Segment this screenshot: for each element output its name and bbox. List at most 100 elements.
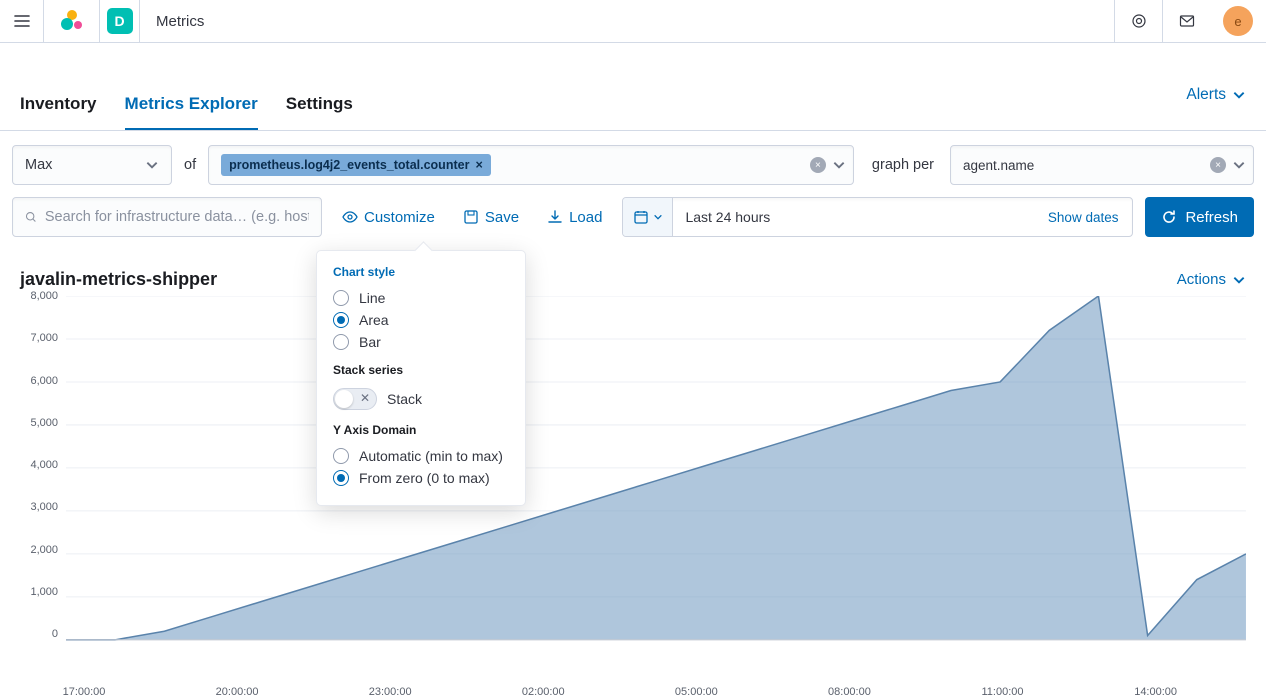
- chevron-down-icon: [1232, 273, 1246, 287]
- y-tick-label: 2,000: [30, 544, 58, 556]
- yaxis-domain-heading: Y Axis Domain: [333, 423, 509, 437]
- chevron-down-icon: [1232, 88, 1246, 102]
- mail-icon: [1179, 13, 1195, 29]
- load-label: Load: [569, 209, 602, 226]
- tab-inventory[interactable]: Inventory: [20, 94, 97, 130]
- aggregation-select[interactable]: Max: [12, 145, 172, 185]
- chart-title: javalin-metrics-shipper: [20, 269, 217, 290]
- refresh-button[interactable]: Refresh: [1145, 197, 1254, 237]
- x-tick-label: 20:00:00: [216, 686, 259, 698]
- yaxis-domain-option-label: Automatic (min to max): [359, 448, 503, 464]
- global-nav: D Metrics e: [0, 0, 1266, 43]
- stack-toggle[interactable]: ✕: [333, 388, 377, 410]
- metric-field[interactable]: prometheus.log4j2_events_total.counter ×…: [208, 145, 854, 185]
- chevron-down-icon[interactable]: [1232, 158, 1246, 172]
- alerts-dropdown[interactable]: Alerts: [1186, 86, 1246, 130]
- x-tick-label: 11:00:00: [982, 686, 1024, 698]
- search-placeholder: Search for infrastructure data… (e.g. ho…: [45, 209, 309, 225]
- y-tick-label: 4,000: [30, 459, 58, 471]
- mail-button[interactable]: [1162, 0, 1210, 42]
- hamburger-icon: [14, 13, 30, 29]
- stack-series-heading: Stack series: [333, 363, 509, 377]
- yaxis-domain-option-label: From zero (0 to max): [359, 470, 490, 486]
- chart-style-option[interactable]: Line: [333, 287, 509, 309]
- radio-icon: [333, 448, 349, 464]
- metric-tag[interactable]: prometheus.log4j2_events_total.counter ×: [221, 154, 491, 176]
- customize-button[interactable]: Customize: [334, 203, 443, 232]
- x-tick-label: 23:00:00: [369, 686, 412, 698]
- yaxis-domain-option[interactable]: From zero (0 to max): [333, 467, 509, 489]
- y-tick-label: 7,000: [30, 332, 58, 344]
- news-button[interactable]: [1114, 0, 1162, 42]
- clear-groupby-button[interactable]: ×: [1210, 157, 1226, 173]
- aggregation-value: Max: [25, 157, 52, 173]
- eye-icon: [342, 209, 358, 225]
- user-avatar[interactable]: e: [1210, 0, 1266, 42]
- chart-style-option[interactable]: Bar: [333, 331, 509, 353]
- x-tick-label: 14:00:00: [1134, 686, 1177, 698]
- show-dates-button[interactable]: Show dates: [1034, 198, 1133, 236]
- controls: Max of prometheus.log4j2_events_total.co…: [0, 131, 1266, 237]
- group-by-field[interactable]: agent.name ×: [950, 145, 1254, 185]
- calendar-icon: [633, 209, 649, 225]
- elastic-logo[interactable]: [44, 0, 100, 42]
- chart-style-option[interactable]: Area: [333, 309, 509, 331]
- chart-plot[interactable]: 01,0002,0003,0004,0005,0006,0007,0008,00…: [66, 296, 1246, 686]
- radio-icon: [333, 334, 349, 350]
- y-tick-label: 3,000: [30, 501, 58, 513]
- y-tick-label: 5,000: [30, 417, 58, 429]
- chart-style-option-label: Line: [359, 290, 385, 306]
- radio-icon: [333, 312, 349, 328]
- refresh-icon: [1161, 209, 1177, 225]
- chart-style-heading: Chart style: [333, 265, 509, 279]
- tab-settings[interactable]: Settings: [286, 94, 353, 130]
- chart-style-option-label: Bar: [359, 334, 381, 350]
- avatar-icon: e: [1223, 6, 1253, 36]
- download-icon: [547, 209, 563, 225]
- stack-toggle-row: ✕ Stack: [333, 385, 509, 413]
- clear-metric-button[interactable]: ×: [810, 157, 826, 173]
- page-tabs: Inventory Metrics Explorer Settings Aler…: [0, 43, 1266, 131]
- breadcrumb: Metrics: [140, 0, 1114, 42]
- chevron-down-icon[interactable]: [832, 158, 846, 172]
- app-badge: D: [107, 8, 133, 34]
- save-label: Save: [485, 209, 519, 226]
- save-button[interactable]: Save: [455, 203, 527, 232]
- app-switcher[interactable]: D: [100, 0, 140, 42]
- of-label: of: [184, 157, 196, 173]
- elastic-logo-icon: [61, 10, 83, 32]
- y-axis-ticks: 01,0002,0003,0004,0005,0006,0007,0008,00…: [20, 296, 62, 660]
- x-tick-label: 05:00:00: [675, 686, 718, 698]
- x-tick-label: 02:00:00: [522, 686, 565, 698]
- graph-per-label: graph per: [866, 157, 938, 173]
- chart-container: javalin-metrics-shipper Actions 01,0002,…: [0, 249, 1266, 686]
- y-tick-label: 0: [52, 628, 58, 640]
- customize-popover: Chart style Line Area Bar Stack series ✕ S…: [316, 250, 526, 506]
- load-button[interactable]: Load: [539, 203, 610, 232]
- chart-actions-dropdown[interactable]: Actions: [1177, 271, 1246, 288]
- y-tick-label: 6,000: [30, 375, 58, 387]
- actions-label: Actions: [1177, 271, 1226, 288]
- y-tick-label: 1,000: [30, 586, 58, 598]
- yaxis-domain-option[interactable]: Automatic (min to max): [333, 445, 509, 467]
- nav-menu-button[interactable]: [0, 0, 44, 42]
- alerts-label: Alerts: [1186, 86, 1226, 104]
- chevron-down-icon: [145, 158, 159, 172]
- group-by-value: agent.name: [963, 158, 1034, 173]
- chart-style-option-label: Area: [359, 312, 389, 328]
- x-tick-label: 08:00:00: [828, 686, 871, 698]
- calendar-button[interactable]: [623, 198, 673, 236]
- time-range-value[interactable]: Last 24 hours: [673, 198, 1033, 236]
- newsfeed-icon: [1131, 13, 1147, 29]
- radio-icon: [333, 470, 349, 486]
- tab-metrics-explorer[interactable]: Metrics Explorer: [125, 94, 258, 130]
- remove-tag-icon[interactable]: ×: [475, 158, 482, 172]
- customize-label: Customize: [364, 209, 435, 226]
- x-tick-label: 17:00:00: [63, 686, 106, 698]
- save-icon: [463, 209, 479, 225]
- search-input[interactable]: Search for infrastructure data… (e.g. ho…: [12, 197, 322, 237]
- metric-tag-text: prometheus.log4j2_events_total.counter: [229, 158, 469, 172]
- chevron-down-icon: [653, 212, 663, 222]
- radio-icon: [333, 290, 349, 306]
- time-picker[interactable]: Last 24 hours Show dates: [622, 197, 1133, 237]
